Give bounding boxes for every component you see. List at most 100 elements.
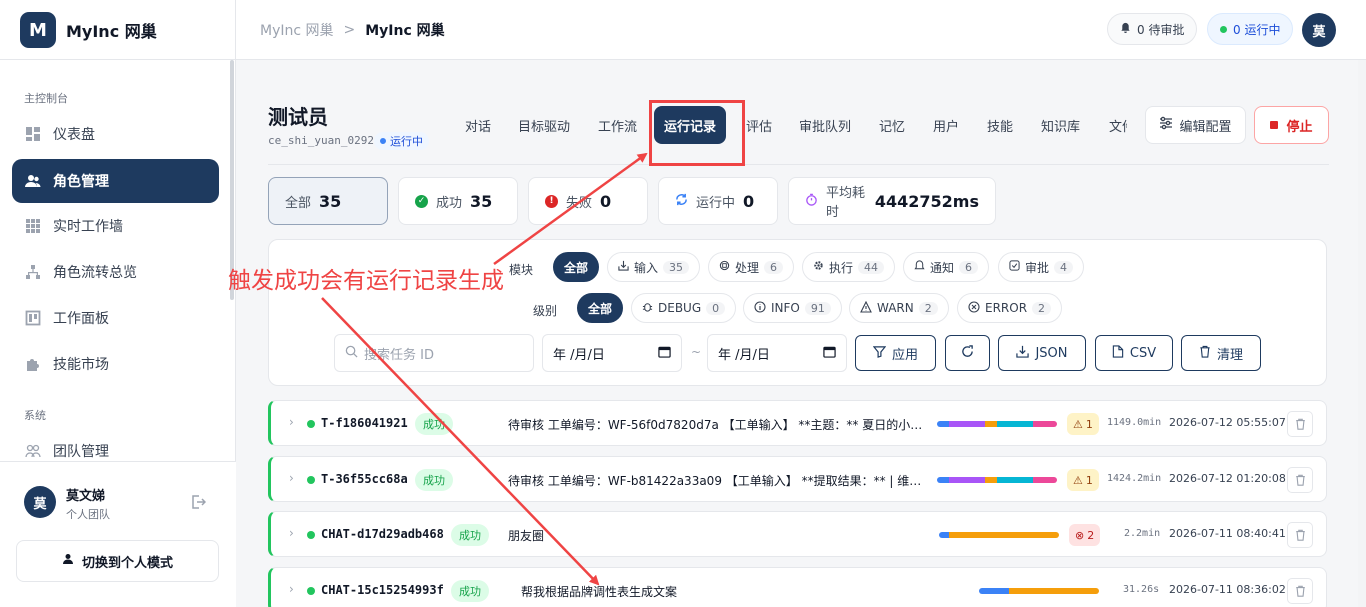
annotation-highlight-box [649,100,745,166]
chevron-right-icon[interactable]: › [289,526,294,540]
sidebar-item-skill-market[interactable]: 技能市场 [12,342,219,386]
module-chip-notify[interactable]: 通知 6 [903,252,990,282]
pending-approvals-label: 0 待审批 [1137,22,1185,37]
info-icon [754,300,766,316]
breadcrumb-current: MyInc 网巢 [365,23,445,39]
sidebar-item-label: 角色管理 [53,174,109,190]
stat-label: 成功 [436,195,463,211]
stat-all[interactable]: 全部 35 [268,177,388,225]
export-json-button[interactable]: JSON [998,335,1086,371]
brand-name: MyInc 网巢 [66,22,157,41]
level-chip-debug[interactable]: DEBUG 0 [631,293,737,323]
tab-knowledge[interactable]: 知识库 [1031,106,1090,144]
calendar-icon[interactable] [823,345,836,362]
sidebar-item-roles[interactable]: 角色管理 [12,159,219,203]
calendar-icon[interactable] [658,345,671,362]
stat-success[interactable]: ✓ 成功 35 [398,177,518,225]
chip-count: 44 [858,260,885,274]
pending-approvals-pill[interactable]: 0 待审批 [1107,13,1198,45]
sidebar-item-work-board[interactable]: 工作面板 [12,296,219,340]
sidebar-item-label: 工作面板 [53,311,109,327]
level-chip-warn[interactable]: WARN 2 [849,293,949,323]
logout-icon[interactable] [190,494,207,514]
stat-failed[interactable]: ! 失败 0 [528,177,648,225]
error-count: 2 [1087,528,1095,542]
level-chip-error[interactable]: ERROR 2 [957,293,1063,323]
delete-run-button[interactable] [1287,411,1313,437]
user-avatar[interactable]: 莫 [24,486,56,518]
edit-config-label: 编辑配置 [1179,119,1232,135]
sidebar-item-label: 技能市场 [53,357,109,373]
run-status-badge: 成功 [415,469,453,491]
timer-icon [805,193,818,210]
tab-chat[interactable]: 对话 [455,106,501,144]
export-csv-button[interactable]: CSV [1095,335,1173,371]
stat-value: 0 [600,191,612,211]
check-circle-icon: ✓ [415,194,428,208]
sidebar-item-live-wall[interactable]: 实时工作墙 [12,204,219,248]
module-chip-approval[interactable]: 审批 4 [998,252,1085,282]
level-chip-info[interactable]: INFO 91 [743,293,842,323]
run-row[interactable]: › T-36f55cc68a 成功 待审核 工单编号：WF-b81422a33a… [268,456,1327,502]
breadcrumb-root[interactable]: MyInc 网巢 [260,20,334,40]
tab-users[interactable]: 用户 [923,106,969,144]
switch-personal-mode-button[interactable]: 切换到个人模式 [16,540,219,582]
module-chip-execute[interactable]: 执行 44 [802,252,896,282]
page-scrollbar[interactable] [1358,60,1366,607]
trash-icon [1199,345,1211,362]
header-avatar[interactable]: 莫 [1302,13,1336,47]
delete-run-button[interactable] [1287,522,1313,548]
run-row[interactable]: › CHAT-d17d29adb468 成功 朋友圈 ⊗ 2 2.2min 202… [268,511,1327,557]
dashboard-icon [25,126,41,142]
sidebar-divider [0,59,236,60]
sidebar-item-role-flow[interactable]: 角色流转总览 [12,250,219,294]
breadcrumb: MyInc 网巢 > MyInc 网巢 [260,20,445,40]
warning-count-badge: ⚠ 1 [1067,469,1099,491]
run-row[interactable]: › T-f186041921 成功 待审核 工单编号：WF-56f0d7820d… [268,400,1327,446]
tab-files[interactable]: 文件 [1099,106,1127,144]
chevron-right-icon[interactable]: › [289,415,294,429]
level-chip-all[interactable]: 全部 [577,293,624,323]
running-pill[interactable]: 0 运行中 [1207,13,1294,45]
stat-avg-duration[interactable]: 平均耗时 4442752ms [788,177,996,225]
apply-filter-button[interactable]: 应用 [855,335,936,371]
warning-icon [860,300,872,316]
edit-config-button[interactable]: 编辑配置 [1145,106,1246,144]
run-status-badge: 成功 [451,524,489,546]
error-x-icon: ⊗ [1075,528,1085,542]
sidebar-item-dashboard[interactable]: 仪表盘 [12,112,219,156]
run-duration: 1424.2min [1107,473,1162,484]
date-to-input[interactable]: 年 /月/日 [707,334,847,372]
tab-memory[interactable]: 记忆 [869,106,915,144]
module-chip-input[interactable]: 输入 35 [607,252,701,282]
check-square-icon [1009,260,1020,274]
brand[interactable]: M MyInc 网巢 [20,12,157,48]
run-row[interactable]: › CHAT-15c15254993f 成功 帮我根据品牌调性表生成文案 31.… [268,567,1327,607]
tab-workflow[interactable]: 工作流 [588,106,647,144]
module-chip-all[interactable]: 全部 [553,252,600,282]
search-placeholder: 搜索任务 ID [364,347,434,363]
module-progress-bar [979,588,1099,594]
chevron-right-icon[interactable]: › [289,471,294,485]
stat-running[interactable]: 运行中 0 [658,177,778,225]
chevron-right-icon[interactable]: › [289,582,294,596]
status-dot [307,420,315,428]
user-team: 个人团队 [66,508,110,521]
tab-goal-driven[interactable]: 目标驱动 [508,106,580,144]
run-summary: 朋友圈 [508,529,545,543]
date-from-input[interactable]: 年 /月/日 [542,334,682,372]
stop-button[interactable]: 停止 [1254,106,1329,144]
run-time: 2026-07-11 08:36:02 [1169,583,1286,596]
module-chip-process[interactable]: 处理 6 [708,252,795,282]
delete-run-button[interactable] [1287,578,1313,604]
refresh-icon [961,344,974,362]
refresh-button[interactable] [945,335,990,371]
bug-icon [642,301,653,315]
module-progress-bar [939,532,1059,538]
status-label: 运行中 [390,135,423,148]
clear-button[interactable]: 清理 [1181,335,1261,371]
search-input[interactable]: 搜索任务 ID [334,334,534,372]
tab-skills[interactable]: 技能 [977,106,1023,144]
tab-approval-queue[interactable]: 审批队列 [789,106,861,144]
delete-run-button[interactable] [1287,467,1313,493]
